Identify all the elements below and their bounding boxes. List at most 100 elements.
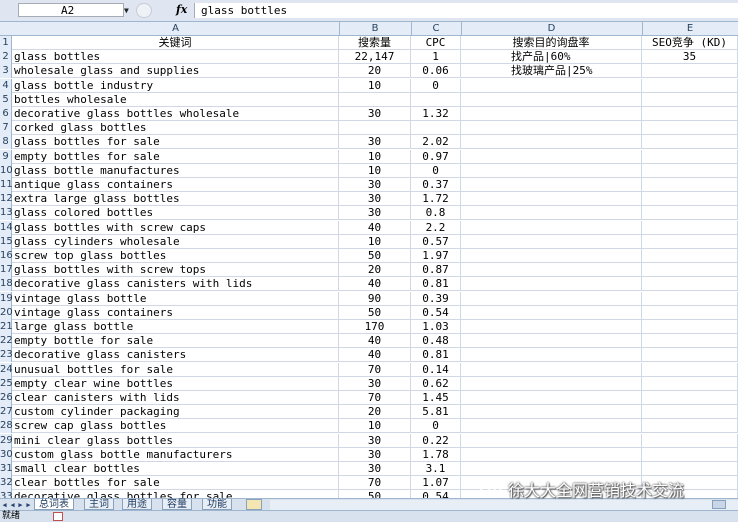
seo-kd-cell[interactable] [642,263,738,278]
volume-cell[interactable]: 10 [339,163,411,178]
volume-cell[interactable]: 30 [339,462,411,476]
cpc-cell[interactable]: 3.1 [411,462,461,476]
keyword-cell[interactable]: empty bottles for sale [12,149,339,164]
volume-cell[interactable]: 70 [339,362,411,377]
volume-cell[interactable]: 20 [339,263,411,278]
header-cell-seo-kd[interactable]: SEO竞争 (KD) [642,36,738,50]
keyword-cell[interactable]: corked glass bottles [12,121,339,136]
seo-kd-cell[interactable] [642,405,738,420]
sheet-tab-4[interactable]: 功能 [202,499,232,510]
row-number[interactable]: 12 [0,192,13,207]
cpc-cell[interactable]: 0.81 [411,348,461,363]
seo-kd-cell[interactable] [642,334,738,349]
seo-kd-cell[interactable] [642,178,738,192]
volume-cell[interactable] [339,92,411,107]
keyword-cell[interactable]: glass bottles [12,50,339,65]
volume-cell[interactable]: 50 [339,490,411,498]
keyword-cell[interactable]: empty clear wine bottles [12,376,339,391]
seo-kd-cell[interactable] [642,163,738,178]
sheet-tab-1[interactable]: 主词 [84,499,114,510]
row-number[interactable]: 26 [0,391,13,405]
volume-cell[interactable]: 10 [339,419,411,434]
inquiry-rate-cell[interactable] [461,419,642,434]
last-sheet-icon[interactable]: ▶ [25,500,32,510]
insert-sheet-icon[interactable] [246,499,262,510]
row-number[interactable]: 1 [0,36,12,50]
seo-kd-cell[interactable] [642,376,738,391]
row-number[interactable]: 9 [0,149,12,164]
cpc-cell[interactable]: 1.32 [411,107,461,121]
cpc-cell[interactable] [411,121,461,136]
keyword-cell[interactable]: large glass bottle [12,320,339,334]
keyword-cell[interactable]: bottles wholesale [12,92,339,107]
volume-cell[interactable]: 70 [339,391,411,405]
row-number[interactable]: 5 [0,92,12,107]
inquiry-rate-cell[interactable] [461,447,642,462]
cpc-cell[interactable]: 0.81 [411,277,461,292]
keyword-cell[interactable]: decorative glass bottles for sale [12,490,339,498]
cpc-cell[interactable]: 1.07 [411,476,461,491]
seo-kd-cell[interactable] [642,348,738,363]
macro-record-icon[interactable] [53,512,63,521]
inquiry-rate-cell[interactable] [461,462,642,476]
header-cell-inquiry-rate[interactable]: 搜索目的询盘率 [461,36,642,50]
cpc-cell[interactable]: 1.45 [411,391,461,405]
row-number[interactable]: 14 [0,220,13,235]
seo-kd-cell[interactable] [642,220,738,235]
row-number[interactable]: 27 [0,405,13,420]
volume-cell[interactable]: 30 [339,376,411,391]
cpc-cell[interactable]: 2.2 [411,220,461,235]
volume-cell[interactable]: 50 [339,305,411,320]
row-number[interactable]: 25 [0,376,13,391]
inquiry-rate-cell[interactable] [461,305,642,320]
volume-cell[interactable]: 30 [339,206,411,221]
cpc-cell[interactable]: 0 [411,419,461,434]
keyword-cell[interactable]: wholesale glass and supplies [12,64,339,79]
inquiry-rate-cell[interactable] [461,348,642,363]
seo-kd-cell[interactable] [642,92,738,107]
cpc-cell[interactable]: 0.97 [411,149,461,164]
row-number[interactable]: 10 [0,163,13,178]
sheet-tab-3[interactable]: 容量 [162,499,192,510]
cpc-cell[interactable]: 1 [411,50,461,65]
seo-kd-cell[interactable] [642,320,738,334]
inquiry-rate-cell[interactable] [461,92,642,107]
volume-cell[interactable]: 90 [339,291,411,306]
seo-kd-cell[interactable] [642,447,738,462]
row-number[interactable]: 16 [0,249,13,263]
cpc-cell[interactable]: 0.39 [411,291,461,306]
keyword-cell[interactable]: decorative glass canisters [12,348,339,363]
row-number[interactable]: 4 [0,78,12,93]
inquiry-rate-cell[interactable] [461,149,642,164]
cpc-cell[interactable]: 5.81 [411,405,461,420]
keyword-cell[interactable]: mini clear glass bottles [12,433,339,448]
seo-kd-cell[interactable] [642,391,738,405]
inquiry-rate-cell[interactable] [461,391,642,405]
volume-cell[interactable]: 10 [339,149,411,164]
volume-cell[interactable]: 30 [339,192,411,207]
keyword-cell[interactable]: decorative glass bottles wholesale [12,107,339,121]
cpc-cell[interactable]: 2.02 [411,135,461,150]
row-number[interactable]: 18 [0,277,13,292]
volume-cell[interactable]: 40 [339,348,411,363]
inquiry-rate-cell[interactable] [461,277,642,292]
inquiry-rate-cell[interactable] [461,220,642,235]
column-header-b[interactable]: B [339,22,412,35]
seo-kd-cell[interactable]: 35 [642,50,738,65]
seo-kd-cell[interactable] [642,305,738,320]
cpc-cell[interactable]: 1.97 [411,249,461,263]
cpc-cell[interactable]: 1.03 [411,320,461,334]
seo-kd-cell[interactable] [642,149,738,164]
volume-cell[interactable] [339,121,411,136]
volume-cell[interactable]: 10 [339,78,411,93]
keyword-cell[interactable]: glass bottle manufactures [12,163,339,178]
row-number[interactable]: 20 [0,305,13,320]
insert-function-button[interactable]: fx [176,3,187,16]
volume-cell[interactable]: 30 [339,447,411,462]
keyword-cell[interactable]: clear canisters with lids [12,391,339,405]
volume-cell[interactable]: 20 [339,64,411,79]
inquiry-rate-cell[interactable] [461,234,642,249]
chevron-down-icon[interactable]: ▼ [124,6,129,15]
row-number[interactable]: 24 [0,362,13,377]
keyword-cell[interactable]: screw top glass bottles [12,249,339,263]
